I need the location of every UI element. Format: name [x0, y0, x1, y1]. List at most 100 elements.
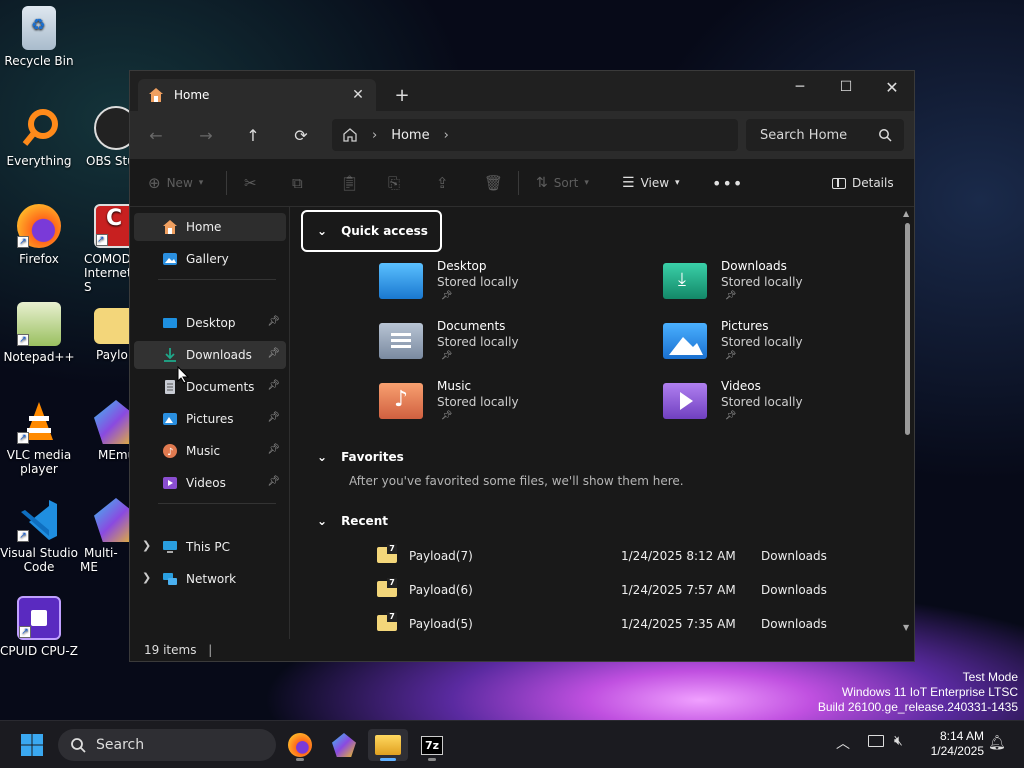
desktop-icon-label: Multi-ME — [80, 546, 118, 574]
volume-muted-icon[interactable]: 🔇︎ — [894, 733, 903, 749]
scroll-thumb[interactable] — [905, 223, 910, 435]
pin-icon: 📌︎ — [725, 411, 737, 421]
forward-button[interactable]: → — [192, 123, 220, 147]
scroll-down-icon[interactable]: ▼ — [903, 623, 909, 632]
sidebar-item-gallery[interactable]: Gallery — [134, 245, 286, 273]
close-window-button[interactable]: ✕ — [869, 71, 915, 103]
table-row[interactable]: 7 Payload(5) 1/24/2025 7:35 AM Downloads — [291, 607, 891, 641]
tab-home[interactable]: Home ✕ — [138, 79, 376, 111]
desktop-icon-cpuz[interactable]: ↗ CPUID CPU-Z — [0, 596, 78, 658]
pin-icon[interactable]: 📌︎ — [267, 316, 280, 327]
sidebar-item-downloads[interactable]: Downloads 📌︎ — [134, 341, 286, 369]
recent-header[interactable]: ⌄ Recent — [317, 514, 388, 528]
chevron-right-icon[interactable]: ❯ — [142, 571, 151, 584]
rename-button[interactable]: ⎘ — [388, 171, 400, 195]
desktop-icon-everything[interactable]: Everything — [0, 106, 78, 168]
network-status-icon[interactable] — [868, 735, 884, 747]
sidebar-item-videos[interactable]: Videos 📌︎ — [134, 469, 286, 497]
taskbar-search-label: Search — [96, 737, 145, 753]
details-button[interactable]: Details — [832, 171, 894, 195]
pin-icon[interactable]: 📌︎ — [267, 412, 280, 423]
vertical-scrollbar[interactable]: ▲ ▼ — [902, 209, 912, 639]
table-row[interactable]: 7 Payload(7) 1/24/2025 8:12 AM Downloads — [291, 539, 891, 573]
desktop-icon-label: Everything — [6, 154, 72, 168]
sidebar-item-music[interactable]: ♪ Music 📌︎ — [134, 437, 286, 465]
desktop-icon-memu[interactable]: MEmu — [80, 400, 132, 462]
sidebar-item-documents[interactable]: Documents 📌︎ — [134, 373, 286, 401]
sort-button[interactable]: ⇅ Sort ▾ — [536, 171, 589, 195]
zip-archive-icon: 7 — [377, 578, 397, 597]
desktop-icon-comodo[interactable]: C ↗ COMOD Internet S — [80, 204, 132, 294]
new-tab-button[interactable]: + — [390, 83, 414, 107]
share-icon: ⇪ — [436, 174, 449, 192]
new-button[interactable]: ⊕ New ▾ — [148, 171, 203, 195]
desktop-icon-obs[interactable]: OBS Stu — [80, 106, 132, 168]
view-button[interactable]: ☰ View ▾ — [622, 171, 680, 195]
delete-button[interactable]: 🗑︎ — [484, 171, 503, 195]
desktop-icon-vscode[interactable]: ↗ Visual Studio Code — [0, 498, 78, 574]
taskbar-file-explorer[interactable] — [368, 729, 408, 761]
quick-access-downloads[interactable]: ⤓ Downloads Stored locally 📌︎ — [663, 259, 923, 309]
quick-access-header[interactable]: ⌄ Quick access — [301, 210, 442, 252]
pin-icon[interactable]: 📌︎ — [267, 348, 280, 359]
cut-button[interactable]: ✂ — [244, 171, 257, 195]
up-button[interactable]: ↑ — [239, 123, 267, 147]
scroll-up-icon[interactable]: ▲ — [903, 209, 909, 218]
breadcrumb[interactable]: Home — [391, 128, 429, 143]
pin-icon: 📌︎ — [441, 411, 453, 421]
back-button[interactable]: ← — [142, 123, 170, 147]
taskbar-memu[interactable] — [324, 729, 364, 761]
pin-icon[interactable]: 📌︎ — [267, 380, 280, 391]
close-tab-button[interactable]: ✕ — [346, 83, 370, 107]
more-options-button[interactable]: ••• — [712, 171, 743, 195]
address-bar[interactable]: › Home › — [332, 119, 738, 151]
item-name: Pictures — [721, 319, 769, 333]
taskbar-search[interactable]: Search — [58, 729, 276, 761]
pin-icon[interactable]: 📌︎ — [267, 476, 280, 487]
desktop-icon-firefox[interactable]: ↗ Firefox — [0, 204, 78, 266]
chevron-right-icon[interactable]: ❯ — [142, 539, 151, 552]
sidebar-item-this-pc[interactable]: ❯ This PC — [134, 533, 286, 561]
paste-button[interactable]: 📋︎ — [340, 171, 359, 195]
maximize-button[interactable]: ☐ — [823, 71, 869, 103]
minimize-button[interactable]: ─ — [777, 71, 823, 103]
refresh-button[interactable]: ⟳ — [287, 123, 315, 147]
section-title: Favorites — [341, 450, 404, 464]
quick-access-music[interactable]: ♪ Music Stored locally 📌︎ — [379, 379, 639, 429]
search-input[interactable]: Search Home — [746, 119, 904, 151]
desktop-icon-recycle-bin[interactable]: ♻ Recycle Bin — [0, 6, 78, 68]
quick-access-videos[interactable]: Videos Stored locally 📌︎ — [663, 379, 923, 429]
desktop-icon-vlc[interactable]: ↗ VLC media player — [0, 400, 78, 476]
status-bar: 19 items | — [130, 639, 914, 663]
system-clock[interactable]: 8:14 AM 1/24/2025 — [931, 729, 984, 759]
sidebar-item-network[interactable]: ❯ Network — [134, 565, 286, 593]
favorites-header[interactable]: ⌄ Favorites — [317, 450, 404, 464]
copy-button[interactable]: ⧉ — [292, 171, 303, 195]
start-button[interactable] — [12, 729, 52, 761]
table-row[interactable]: 7 Payload(6) 1/24/2025 7:57 AM Downloads — [291, 573, 891, 607]
chevron-right-icon[interactable]: › — [444, 128, 449, 143]
quick-access-desktop[interactable]: Desktop Stored locally 📌︎ — [379, 259, 639, 309]
sidebar-item-home[interactable]: Home — [134, 213, 286, 241]
vlc-icon: ↗ — [17, 400, 61, 444]
copy-icon: ⧉ — [292, 174, 303, 192]
active-indicator — [380, 758, 396, 761]
clipboard-icon: 📋︎ — [340, 174, 360, 192]
taskbar-7zip[interactable]: 7z — [412, 729, 452, 761]
sidebar-item-pictures[interactable]: Pictures 📌︎ — [134, 405, 286, 433]
quick-access-documents[interactable]: Documents Stored locally 📌︎ — [379, 319, 639, 369]
taskbar-firefox[interactable] — [280, 729, 320, 761]
share-button[interactable]: ⇪ — [436, 171, 449, 195]
show-hidden-icons-button[interactable]: ︿ — [836, 733, 850, 753]
pin-icon[interactable]: 📌︎ — [267, 444, 280, 455]
notification-bell-icon[interactable]: 🔔︎ — [988, 735, 1006, 751]
quick-access-pictures[interactable]: Pictures Stored locally 📌︎ — [663, 319, 923, 369]
desktop-icon-multi-memu[interactable]: Multi-ME — [80, 498, 132, 574]
file-date: 1/24/2025 8:12 AM — [621, 549, 736, 563]
toolbar-divider — [518, 171, 519, 195]
navigation-pane: Home Gallery Desktop 📌︎ Downloads 📌︎ Doc… — [130, 207, 290, 639]
desktop-icon-payload[interactable]: Paylo — [80, 302, 132, 362]
desktop-icon-notepadpp[interactable]: ↗ Notepad++ — [0, 302, 78, 364]
zip-archive-icon: 7 — [377, 612, 397, 631]
sidebar-item-desktop[interactable]: Desktop 📌︎ — [134, 309, 286, 337]
